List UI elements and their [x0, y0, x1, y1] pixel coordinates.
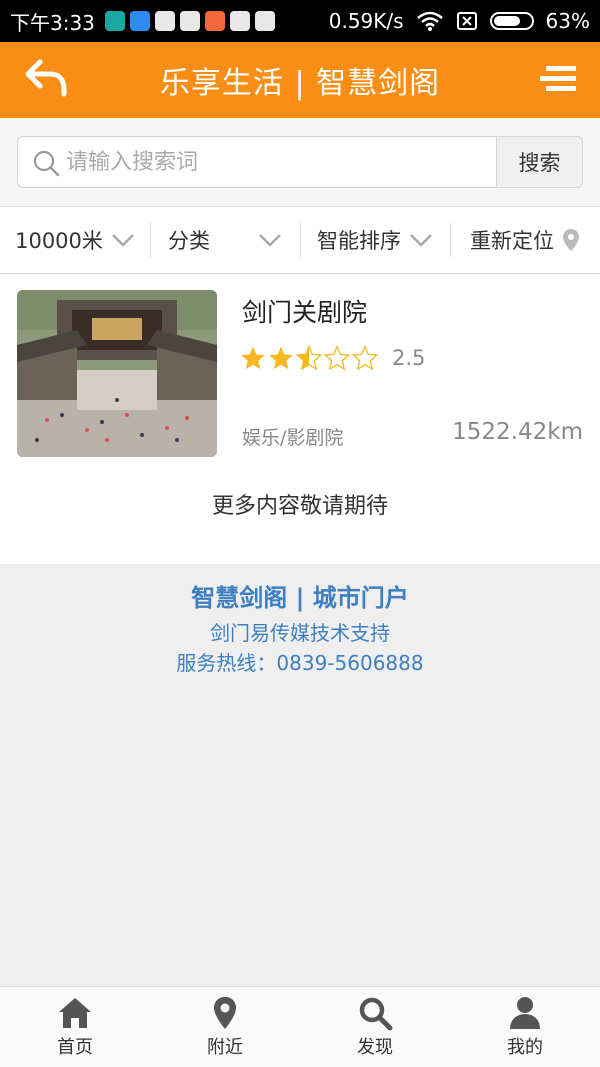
venue-thumbnail: [17, 290, 217, 457]
video-app-icon: [254, 11, 275, 31]
venue-name: 剑门关剧院: [242, 298, 368, 327]
star-empty-icon: [352, 345, 378, 371]
video-app-icon: [179, 11, 200, 31]
search-icon: [359, 997, 393, 1031]
bottom-nav: 首页 附近 发现 我的: [0, 986, 600, 1067]
chevron-down-icon: [112, 234, 134, 247]
filter-label: 分类: [168, 229, 210, 253]
filter-label: 智能排序: [317, 229, 401, 253]
nav-label: 我的: [507, 1037, 543, 1058]
more-content-text: 更多内容敬请期待: [211, 494, 388, 519]
no-sim-icon: [456, 12, 477, 30]
search-icon: [33, 150, 60, 177]
list-item[interactable]: 剑门关剧院 2.5 娱乐/影剧院 1522.42km: [0, 275, 600, 475]
venue-distance: 1522.42km: [452, 419, 583, 445]
mi-app-icon: [204, 11, 225, 31]
search-area: 搜索: [0, 118, 600, 206]
filter-distance[interactable]: 10000米: [0, 207, 150, 273]
filter-label: 重新定位: [470, 229, 554, 253]
app-icon: [104, 11, 125, 31]
rating-value: 2.5: [392, 346, 426, 370]
star-empty-icon: [324, 345, 350, 371]
nav-label: 附近: [207, 1037, 243, 1058]
nav-label: 首页: [57, 1037, 93, 1058]
listing-list: 剑门关剧院 2.5 娱乐/影剧院 1522.42km 更多内容敬请期待: [0, 275, 600, 564]
filter-bar: 10000米 分类 智能排序 重新定位: [0, 206, 600, 274]
search-button[interactable]: 搜索: [496, 137, 582, 187]
status-time: 下午3:33: [10, 10, 95, 35]
app-icon: [129, 11, 150, 31]
search-box: 搜索: [17, 136, 583, 188]
venue-category: 娱乐/影剧院: [242, 427, 344, 449]
wifi-icon: [416, 11, 443, 31]
nav-item-nearby[interactable]: 附近: [150, 987, 300, 1067]
chevron-down-icon: [259, 234, 281, 247]
star-full-icon: [241, 346, 265, 370]
footer-info: 智慧剑阁 | 城市门户 剑门易传媒技术支持 服务热线：0839-5606888: [0, 578, 600, 678]
footer-hotline[interactable]: 服务热线：0839-5606888: [0, 648, 600, 678]
video-app-icon: [229, 11, 250, 31]
footer-support: 剑门易传媒技术支持: [210, 621, 390, 645]
filter-sort[interactable]: 智能排序: [300, 207, 450, 273]
video-app-icon: [154, 11, 175, 31]
nav-label: 发现: [357, 1037, 393, 1058]
star-full-icon: [269, 346, 293, 370]
battery-percent: 63%: [545, 9, 590, 33]
filter-label: 10000米: [15, 229, 103, 253]
star-half-icon: [296, 345, 322, 371]
home-icon: [59, 998, 91, 1028]
location-pin-icon: [563, 229, 579, 251]
nav-item-discover[interactable]: 发现: [300, 987, 450, 1067]
search-input[interactable]: [64, 137, 494, 187]
chevron-down-icon: [410, 234, 432, 247]
battery-icon: [489, 12, 534, 30]
back-arrow-icon[interactable]: [22, 56, 70, 100]
filter-category[interactable]: 分类: [150, 207, 300, 273]
footer-brand: 智慧剑阁 | 城市门户: [191, 584, 409, 612]
menu-icon[interactable]: [540, 64, 576, 94]
user-icon: [510, 997, 540, 1029]
notification-icons: [104, 11, 275, 31]
status-bar: 下午3:33 0.59K/s 63%: [0, 0, 600, 42]
location-pin-icon: [214, 997, 236, 1029]
page-title: 乐享生活 | 智慧剑阁: [159, 66, 441, 101]
filter-relocate[interactable]: 重新定位: [450, 207, 600, 273]
star-rating: 2.5: [240, 345, 425, 371]
app-header: 乐享生活 | 智慧剑阁: [0, 42, 600, 118]
network-speed: 0.59K/s: [328, 9, 404, 33]
nav-item-home[interactable]: 首页: [0, 987, 150, 1067]
nav-item-profile[interactable]: 我的: [450, 987, 600, 1067]
